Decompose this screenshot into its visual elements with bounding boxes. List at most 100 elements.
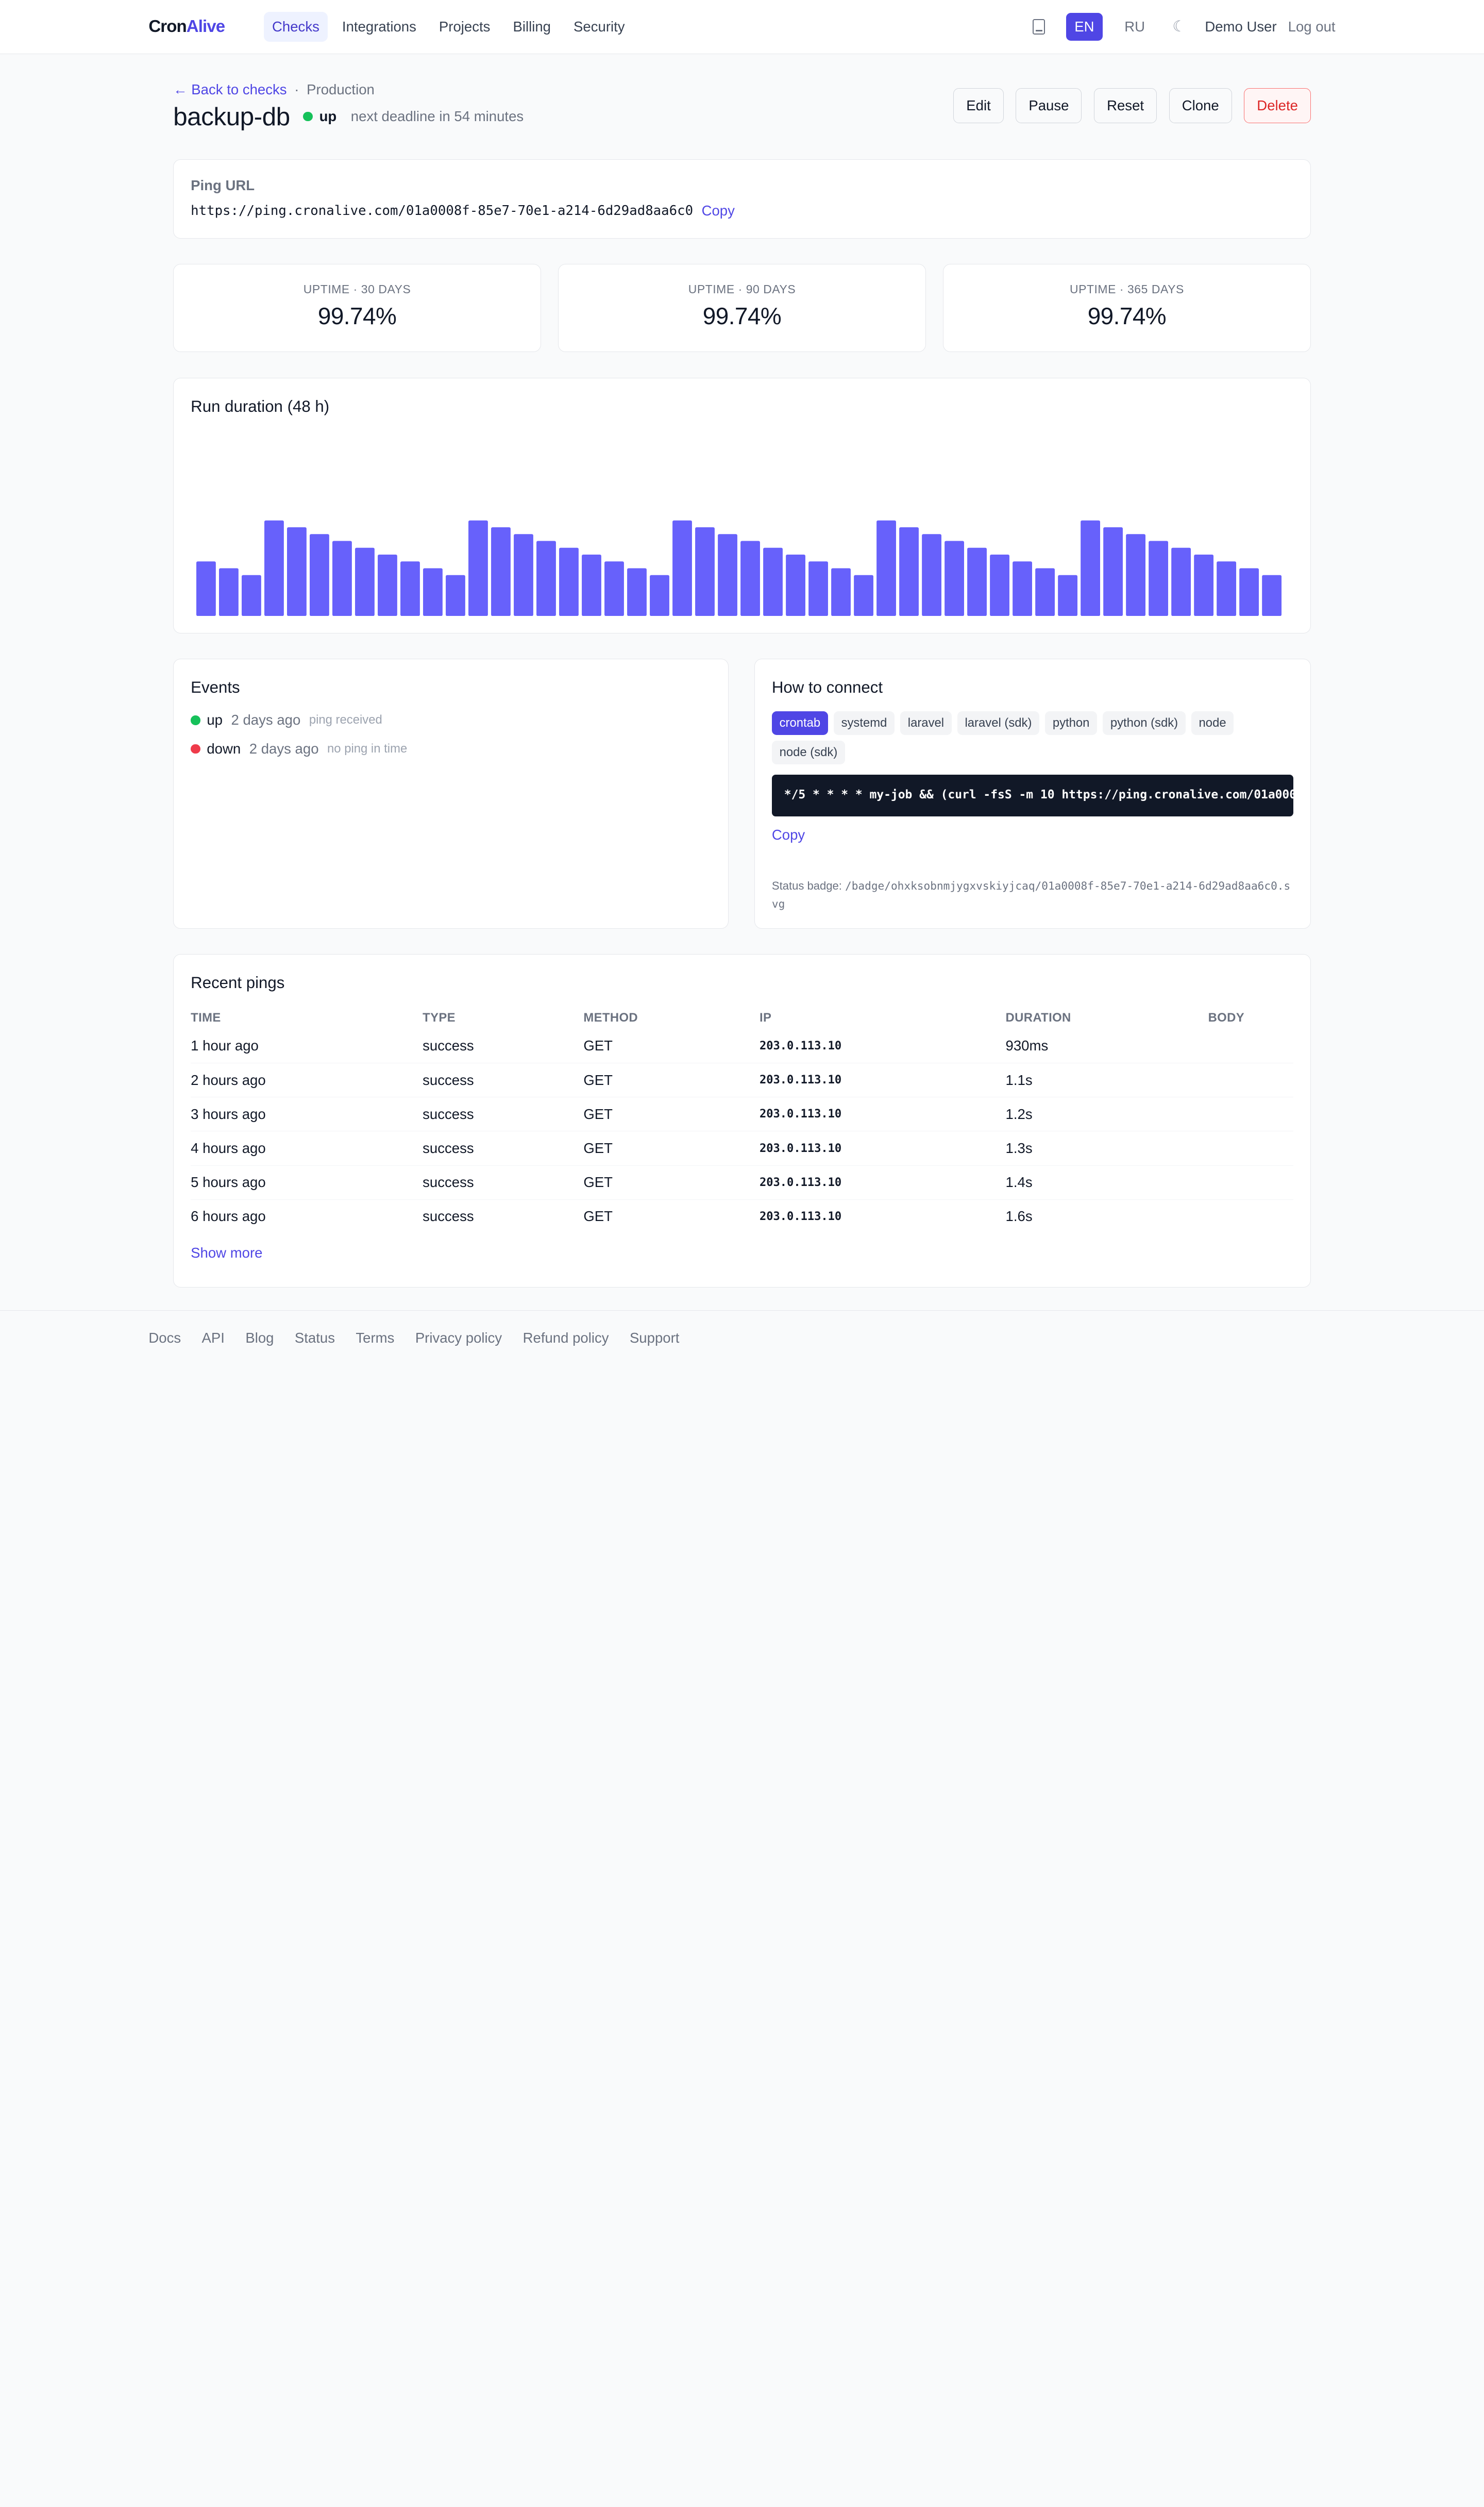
code-snippet[interactable]: */5 * * * * my-job && (curl -fsS -m 10 h… <box>771 775 1293 817</box>
event-item: down 2 days ago no ping in time <box>191 741 711 757</box>
table-row[interactable]: 6 hours ago success GET 203.0.113.10 1.6… <box>191 1199 1293 1233</box>
cell-type: success <box>423 1063 584 1098</box>
table-row[interactable]: 5 hours ago success GET 203.0.113.10 1.4… <box>191 1165 1293 1200</box>
copy-ping-url-button[interactable]: Copy <box>702 203 735 219</box>
event-status: up <box>207 712 223 728</box>
logo-part-2: Alive <box>186 16 225 36</box>
run-duration-chart <box>196 520 1282 616</box>
duration-bar <box>604 561 625 616</box>
duration-bar <box>627 568 647 616</box>
duration-bar <box>967 547 987 616</box>
footer-api-link[interactable]: API <box>202 1330 225 1346</box>
lang-ru-button[interactable]: RU <box>1116 13 1154 41</box>
duration-bar <box>1013 561 1033 616</box>
tab-systemd[interactable]: systemd <box>833 711 895 735</box>
cell-body <box>1208 1097 1293 1132</box>
nav-billing[interactable]: Billing <box>504 12 560 42</box>
copy-snippet-button[interactable]: Copy <box>772 827 805 843</box>
nav-projects[interactable]: Projects <box>430 12 499 42</box>
cell-time: 6 hours ago <box>191 1208 266 1225</box>
clone-button[interactable]: Clone <box>1169 88 1232 123</box>
cell-method: GET <box>583 1131 760 1166</box>
col-body: BODY <box>1208 1010 1244 1025</box>
logout-link[interactable]: Log out <box>1288 19 1336 35</box>
footer-support-link[interactable]: Support <box>630 1330 679 1346</box>
theme-toggle-icon[interactable]: ☾ <box>1172 18 1186 36</box>
ping-url-label: Ping URL <box>191 177 255 194</box>
footer-privacy-link[interactable]: Privacy policy <box>415 1330 502 1346</box>
back-to-checks-link[interactable]: ← Back to checks <box>173 81 286 98</box>
nav-checks[interactable]: Checks <box>263 12 328 42</box>
tab-node-sdk[interactable]: node (sdk) <box>771 740 845 765</box>
logo-part-1: Cron <box>148 16 187 36</box>
tab-python-sdk[interactable]: python (sdk) <box>1103 711 1186 735</box>
status-badge-info: Status badge: /badge/ohxksobnmjygxvskiyj… <box>772 877 1293 913</box>
ping-url-value[interactable]: https://ping.cronalive.com/01a0008f-85e7… <box>191 203 693 219</box>
lang-en-button[interactable]: EN <box>1066 12 1103 41</box>
duration-bar <box>1149 541 1169 616</box>
footer-status-link[interactable]: Status <box>295 1330 335 1346</box>
show-more-link[interactable]: Show more <box>191 1245 262 1261</box>
tab-laravel-sdk[interactable]: laravel (sdk) <box>957 711 1040 735</box>
col-method: METHOD <box>583 1010 638 1025</box>
table-row[interactable]: 1 hour ago success GET 203.0.113.10 930m… <box>191 1029 1293 1064</box>
duration-bar <box>808 561 829 616</box>
delete-button[interactable]: Delete <box>1244 88 1311 123</box>
footer-docs-link[interactable]: Docs <box>148 1330 181 1346</box>
col-ip: IP <box>760 1010 772 1025</box>
page-title: backup-db <box>173 102 290 131</box>
status-dot-icon <box>303 112 313 122</box>
nav-security[interactable]: Security <box>565 12 634 42</box>
check-header: ← Back to checks · Production backup-db … <box>173 81 1311 131</box>
reset-button[interactable]: Reset <box>1094 88 1157 123</box>
pings-table: TIME TYPE METHOD IP DURATION BODY 1 hour… <box>191 1007 1293 1234</box>
cell-time: 1 hour ago <box>191 1029 423 1064</box>
footer-refund-link[interactable]: Refund policy <box>523 1330 609 1346</box>
events-title: Events <box>191 678 240 696</box>
table-row[interactable]: 3 hours ago success GET 203.0.113.10 1.2… <box>191 1097 1293 1132</box>
edit-button[interactable]: Edit <box>953 88 1004 123</box>
nav-integrations[interactable]: Integrations <box>333 12 425 42</box>
duration-bar <box>899 527 919 616</box>
check-actions: Edit Pause Reset Clone Delete <box>953 88 1311 123</box>
tab-crontab[interactable]: crontab <box>771 711 828 735</box>
duration-bar <box>378 554 398 616</box>
cell-ip: 203.0.113.10 <box>760 1097 1006 1132</box>
tab-python[interactable]: python <box>1045 711 1098 735</box>
docs-book-icon[interactable] <box>1033 19 1045 35</box>
cell-body <box>1208 1199 1293 1233</box>
breadcrumb: ← Back to checks · Production <box>173 81 524 98</box>
breadcrumb-separator: · <box>294 81 299 97</box>
status-badge-label: Status badge: <box>771 879 842 892</box>
duration-bar <box>854 575 874 616</box>
duration-bar <box>922 533 942 616</box>
table-header-row: TIME TYPE METHOD IP DURATION BODY <box>191 1007 1293 1029</box>
cell-type: success <box>423 1165 584 1200</box>
uptime-365-label: UPTIME · 365 DAYS <box>1069 282 1184 296</box>
cell-ip: 203.0.113.10 <box>760 1063 1006 1098</box>
table-row[interactable]: 4 hours ago success GET 203.0.113.10 1.3… <box>191 1131 1293 1166</box>
footer-blog-link[interactable]: Blog <box>245 1330 274 1346</box>
duration-bar <box>196 561 216 616</box>
events-connect-row: Events up 2 days ago ping received down … <box>173 659 1311 929</box>
table-row[interactable]: 2 hours ago success GET 203.0.113.10 1.1… <box>191 1063 1293 1098</box>
col-type: TYPE <box>423 1010 456 1025</box>
logo[interactable]: CronAlive <box>148 17 225 37</box>
tab-laravel[interactable]: laravel <box>900 711 952 735</box>
top-nav: CronAlive Checks Integrations Projects B… <box>0 0 1484 54</box>
duration-bar <box>695 527 715 616</box>
duration-bar <box>446 575 466 616</box>
cell-time: 3 hours ago <box>191 1097 423 1132</box>
cell-duration: 1.2s <box>1005 1097 1208 1132</box>
uptime-90-card: UPTIME · 90 DAYS 99.74% <box>558 264 926 353</box>
footer-terms-link[interactable]: Terms <box>356 1330 394 1346</box>
pause-button[interactable]: Pause <box>1016 88 1082 123</box>
status-badge-path[interactable]: /badge/ohxksobnmjygxvskiyjcaq/01a0008f-8… <box>772 879 1290 910</box>
duration-bar <box>1035 568 1055 616</box>
footer: Docs API Blog Status Terms Privacy polic… <box>0 1310 1484 1365</box>
duration-bar <box>219 568 239 616</box>
how-to-connect-card: How to connect crontab systemd laravel l… <box>754 659 1311 929</box>
tab-node[interactable]: node <box>1191 711 1234 735</box>
uptime-30-value: 99.74% <box>317 303 397 330</box>
uptime-stats: UPTIME · 30 DAYS 99.74% UPTIME · 90 DAYS… <box>173 264 1311 353</box>
